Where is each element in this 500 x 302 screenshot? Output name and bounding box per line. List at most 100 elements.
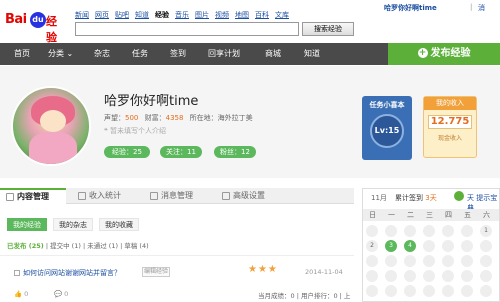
nav-share-plan[interactable]: 回享计划 xyxy=(208,43,240,65)
chevron-down-icon: ⌄ xyxy=(64,49,74,58)
filter-submitting[interactable]: 提交中 (1) xyxy=(50,242,81,250)
calendar-day[interactable] xyxy=(480,285,492,297)
nav-link-tieba[interactable]: 贴吧 xyxy=(115,10,129,20)
fans-count-pill[interactable]: 粉丝：12 xyxy=(214,146,256,158)
nav-link-music[interactable]: 音乐 xyxy=(175,10,189,20)
calendar-day[interactable] xyxy=(366,285,378,297)
header-separator: | xyxy=(470,3,473,11)
signed-days-value: 3天 xyxy=(425,194,437,202)
calendar-day[interactable]: 3 xyxy=(385,240,397,252)
tab-income-stats[interactable]: 收入统计 xyxy=(78,188,144,204)
row-checkbox[interactable] xyxy=(14,270,20,276)
edit-experience-button[interactable]: 编辑经验 xyxy=(142,267,170,277)
calendar-day[interactable] xyxy=(461,240,473,252)
nav-link-news[interactable]: 新闻 xyxy=(75,10,89,20)
publish-experience-button[interactable]: + 发布经验 xyxy=(388,43,500,65)
paw-icon: du xyxy=(30,12,46,28)
post-title-link[interactable]: 如何访问网站谢谢网站并留言？ xyxy=(23,269,121,277)
baidu-jingyan-logo[interactable]: Bai du 经验 xyxy=(5,12,57,44)
tab-message-management[interactable]: 消息管理 xyxy=(150,188,216,204)
nav-categories[interactable]: 分类 ⌄ xyxy=(48,43,73,65)
calendar-day[interactable] xyxy=(423,255,435,267)
search-input[interactable] xyxy=(75,22,299,36)
calendar-day[interactable] xyxy=(461,285,473,297)
calendar-day[interactable]: 1 xyxy=(480,225,492,237)
experience-count-pill[interactable]: 经验：25 xyxy=(104,146,150,158)
calendar-day[interactable] xyxy=(442,285,454,297)
calendar-day[interactable] xyxy=(423,270,435,282)
calendar-day[interactable] xyxy=(423,285,435,297)
calendar-pin-icon xyxy=(454,191,464,201)
filter-published[interactable]: 已发布 (25) xyxy=(7,242,44,250)
profile-username: 哈罗你好啊time xyxy=(104,94,199,109)
filter-drafts[interactable]: 草稿 (4) xyxy=(124,242,148,250)
calendar-day[interactable] xyxy=(442,255,454,267)
calendar-day[interactable] xyxy=(480,240,492,252)
nav-link-map[interactable]: 地图 xyxy=(235,10,249,20)
tab-advanced-settings[interactable]: 高级设置 xyxy=(222,188,288,204)
nav-home[interactable]: 首页 xyxy=(14,43,30,65)
task-card[interactable]: 任务小喜本 Lv:15 xyxy=(362,96,412,160)
top-bar: Bai du 经验 新闻 网页 贴吧 知道 经验 音乐 图片 视频 地图 百科 … xyxy=(0,0,500,44)
pagination-info: 当月成绩：0 | 用户排行：0 | 上 xyxy=(258,292,351,300)
nav-signin[interactable]: 签到 xyxy=(170,43,186,65)
nav-zhidao[interactable]: 知道 xyxy=(304,43,320,65)
calendar-day[interactable] xyxy=(404,255,416,267)
weekday-header: 日 一 二 三 四 五 六 xyxy=(363,209,499,221)
calendar-day[interactable] xyxy=(480,270,492,282)
income-value: 12.775 xyxy=(428,115,472,129)
calendar-day[interactable] xyxy=(385,285,397,297)
nav-link-jingyan[interactable]: 经验 xyxy=(155,10,169,20)
calendar-day[interactable] xyxy=(423,225,435,237)
income-card[interactable]: 我的收入 12.775 现金收入 xyxy=(423,96,477,158)
calendar-day[interactable]: 2 xyxy=(366,240,378,252)
user-name-link[interactable]: 哈罗你好啊time xyxy=(384,3,437,13)
calendar-day[interactable]: 4 xyxy=(404,240,416,252)
calendar-day[interactable] xyxy=(404,285,416,297)
nav-link-web[interactable]: 网页 xyxy=(95,10,109,20)
avatar-robe xyxy=(29,132,77,164)
search-button[interactable]: 搜索经验 xyxy=(302,22,354,36)
chart-icon xyxy=(78,191,86,200)
calendar-day[interactable] xyxy=(442,240,454,252)
calendar-day[interactable] xyxy=(366,270,378,282)
nav-link-baike[interactable]: 百科 xyxy=(255,10,269,20)
tab-label: 内容管理 xyxy=(17,192,49,201)
calendar-day[interactable] xyxy=(404,225,416,237)
calendar-day[interactable] xyxy=(480,255,492,267)
calendar-day[interactable] xyxy=(461,255,473,267)
nav-link-images[interactable]: 图片 xyxy=(195,10,209,20)
product-nav: 新闻 网页 贴吧 知道 经验 音乐 图片 视频 地图 百科 文库 xyxy=(75,10,295,20)
logo-jingyan-text: 经验 xyxy=(46,15,57,44)
calendar-day[interactable] xyxy=(461,225,473,237)
filter-rejected[interactable]: 未通过 (1) xyxy=(87,242,118,250)
nav-tasks[interactable]: 任务 xyxy=(132,43,148,65)
following-count-pill[interactable]: 关注：11 xyxy=(160,146,202,158)
nav-mall[interactable]: 商城 xyxy=(265,43,281,65)
signin-calendar: 11月 累计签到 3天 天 提示宝典 日 一 二 三 四 五 六 1234 xyxy=(362,188,500,302)
weekday: 四 xyxy=(445,211,452,219)
subtab-my-magazine[interactable]: 我的杂志 xyxy=(53,218,93,231)
calendar-day[interactable] xyxy=(385,255,397,267)
messages-link[interactable]: 消 xyxy=(478,3,485,13)
nav-magazine[interactable]: 杂志 xyxy=(94,43,110,65)
nav-link-video[interactable]: 视频 xyxy=(215,10,229,20)
signed-days: 累计签到 3天 xyxy=(395,193,437,203)
subtab-my-favorites[interactable]: 我的收藏 xyxy=(99,218,139,231)
calendar-day[interactable] xyxy=(442,225,454,237)
calendar-day[interactable] xyxy=(385,270,397,282)
calendar-day[interactable] xyxy=(461,270,473,282)
calendar-day[interactable] xyxy=(366,225,378,237)
income-unit: 现金收入 xyxy=(437,135,462,142)
calendar-day[interactable] xyxy=(404,270,416,282)
calendar-day[interactable] xyxy=(366,255,378,267)
subtab-my-experience[interactable]: 我的经验 xyxy=(7,218,47,231)
calendar-day[interactable] xyxy=(423,240,435,252)
nav-link-wenku[interactable]: 文库 xyxy=(275,10,289,20)
avatar[interactable] xyxy=(11,86,91,166)
calendar-day[interactable] xyxy=(442,270,454,282)
nav-link-zhidao[interactable]: 知道 xyxy=(135,10,149,20)
calendar-day[interactable] xyxy=(385,225,397,237)
tab-content-management[interactable]: 内容管理 xyxy=(0,188,66,204)
message-icon xyxy=(150,191,158,200)
